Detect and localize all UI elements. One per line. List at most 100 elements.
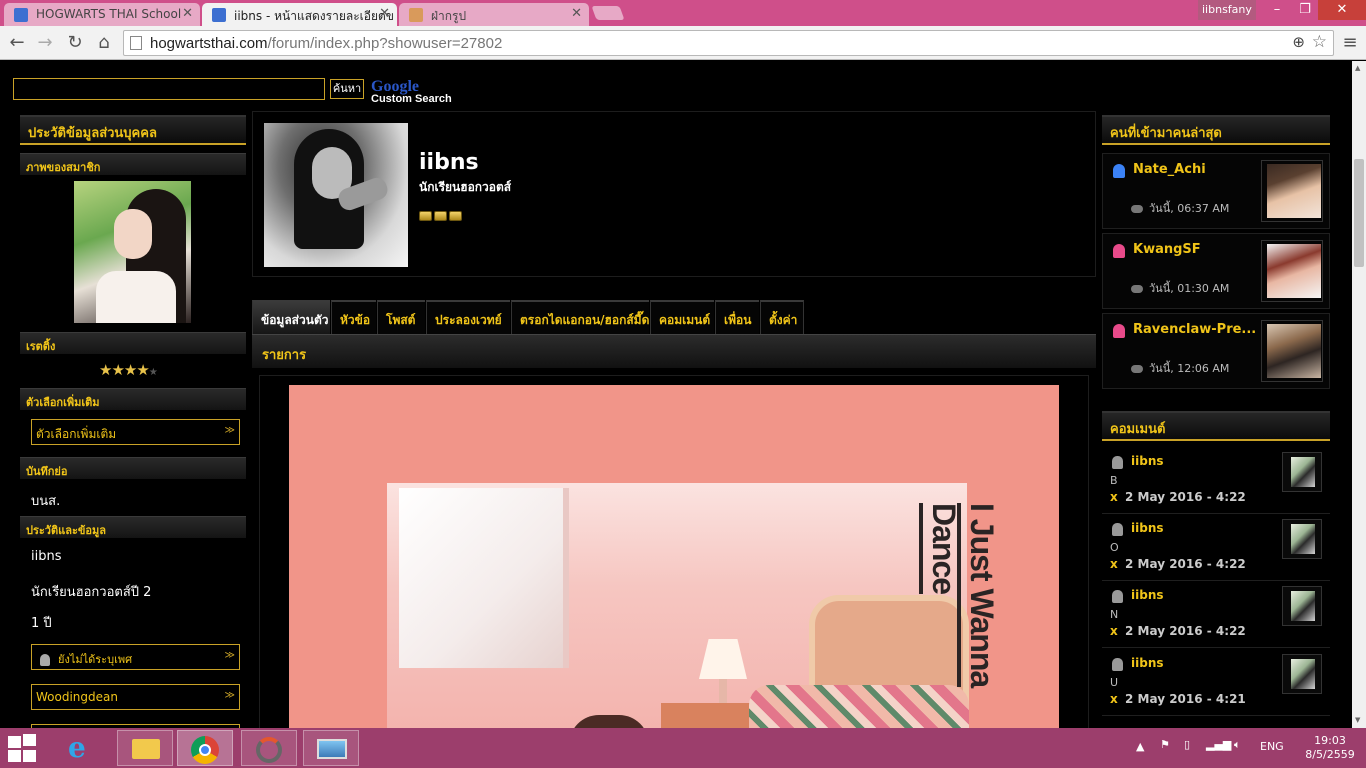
tab-friends[interactable]: เพื่อน: [715, 300, 759, 334]
more-options-select[interactable]: ตัวเลือกเพิ่มเติม ≫: [31, 419, 240, 445]
house-select[interactable]: Woodingdean ≫: [31, 684, 240, 710]
comments-header: คอมเมนต์: [1102, 411, 1330, 441]
new-tab-button[interactable]: [591, 6, 625, 20]
tab-comments[interactable]: คอมเมนต์: [650, 300, 714, 334]
page-scrollbar[interactable]: ▲ ▼: [1352, 61, 1366, 728]
tab-posts[interactable]: โพสต์: [377, 300, 425, 334]
power-icon[interactable]: ▯: [1184, 738, 1190, 751]
comment-author[interactable]: iibns: [1131, 454, 1164, 468]
page-icon: [130, 36, 142, 50]
restore-icon[interactable]: ❐: [1292, 0, 1318, 20]
app-icon[interactable]: [241, 730, 297, 766]
tab-title: HOGWARTS THAI School: [36, 7, 182, 21]
delete-comment-icon[interactable]: x: [1110, 557, 1118, 571]
show-hidden-icons[interactable]: ▲: [1136, 740, 1144, 753]
photo-viewer-icon[interactable]: [303, 730, 359, 766]
browser-profile-label[interactable]: iibnsfany: [1198, 0, 1256, 20]
comment-author[interactable]: iibns: [1131, 588, 1164, 602]
search-button[interactable]: ค้นหา: [330, 79, 364, 99]
menu-icon[interactable]: ≡: [1340, 32, 1360, 54]
chrome-icon[interactable]: [177, 730, 233, 766]
windows-taskbar: e ▲ ⚑ ▯ ▂▄▆ 🔈︎ ENG 19:03 8/5/2559: [0, 728, 1366, 768]
person-icon: [1112, 590, 1123, 603]
tab-close-icon[interactable]: ✕: [571, 6, 582, 21]
delete-comment-icon[interactable]: x: [1110, 624, 1118, 638]
bookmark-star-icon[interactable]: ☆: [1312, 32, 1327, 52]
tab-close-icon[interactable]: ✕: [182, 6, 193, 21]
recent-visitors-header: คนที่เข้ามาคนล่าสุด: [1102, 115, 1330, 145]
delete-comment-icon[interactable]: x: [1110, 490, 1118, 504]
browser-toolbar: ← → ↻ ⌂ hogwartsthai.com/forum/index.php…: [0, 26, 1366, 60]
visitor-time: วันนี้, 12:06 AM: [1131, 359, 1229, 377]
visitor-name[interactable]: Ravenclaw-Pre...: [1133, 322, 1263, 337]
comment-author[interactable]: iibns: [1131, 521, 1164, 535]
comment-author[interactable]: iibns: [1131, 656, 1164, 670]
zoom-icon[interactable]: ⊕: [1292, 33, 1305, 51]
star-empty-icon[interactable]: ★: [149, 367, 158, 378]
rating-stars[interactable]: ★★★★★: [99, 361, 158, 379]
back-arrow-icon[interactable]: ←: [6, 32, 28, 54]
visitor-item[interactable]: Ravenclaw-Pre... วันนี้, 12:06 AM: [1102, 313, 1330, 389]
action-center-icon[interactable]: ⚑: [1160, 738, 1170, 751]
internet-explorer-icon[interactable]: e: [64, 730, 104, 766]
list-header: รายการ: [252, 334, 1096, 368]
browser-tab-profile[interactable]: iibns - หน้าแสดงรายละเอียดข ✕: [202, 3, 397, 26]
album-title: I Just Wanna Dance: [917, 445, 1007, 688]
visitor-avatar[interactable]: [1261, 320, 1323, 382]
close-window-icon[interactable]: ✕: [1318, 0, 1366, 20]
visitor-item[interactable]: KwangSF วันนี้, 01:30 AM: [1102, 233, 1330, 309]
network-icon[interactable]: ▂▄▆: [1206, 738, 1231, 751]
star-filled-icon[interactable]: ★: [99, 361, 112, 379]
address-bar[interactable]: hogwartsthai.com/forum/index.php?showuse…: [123, 30, 1334, 56]
visitor-avatar[interactable]: [1261, 240, 1323, 302]
comment-avatar[interactable]: [1282, 452, 1322, 492]
person-icon: [1113, 164, 1125, 178]
tab-settings[interactable]: ตั้งค่า: [760, 300, 804, 334]
scrollbar-thumb[interactable]: [1354, 159, 1364, 267]
chevron-down-icon: ≫: [224, 425, 235, 436]
tab-diagon-alley[interactable]: ตรอกไดแอกอน/ฮอกส์มี๊ด: [511, 300, 649, 334]
browser-tab-strip: HOGWARTS THAI School ✕ iibns - หน้าแสดงร…: [0, 0, 1366, 26]
reload-icon[interactable]: ↻: [64, 32, 86, 54]
custom-search-label: Custom Search: [371, 93, 452, 105]
minimize-icon[interactable]: –: [1262, 0, 1292, 20]
taskbar-clock[interactable]: 19:03 8/5/2559: [1300, 734, 1360, 762]
clock-time: 19:03: [1314, 734, 1346, 747]
star-filled-icon[interactable]: ★: [136, 361, 149, 379]
comment-body: N: [1110, 608, 1119, 621]
visitor-avatar[interactable]: [1261, 160, 1323, 222]
info-age: 1 ปี: [31, 616, 52, 631]
language-indicator[interactable]: ENG: [1260, 740, 1284, 753]
visitor-name[interactable]: Nate_Achi: [1133, 162, 1263, 177]
comment-avatar[interactable]: [1282, 519, 1322, 559]
forward-arrow-icon[interactable]: →: [34, 32, 56, 54]
volume-icon[interactable]: 🔈︎: [1234, 738, 1241, 752]
select-value: ตัวเลือกเพิ่มเติม: [36, 427, 117, 441]
clock-date: 8/5/2559: [1305, 748, 1355, 761]
comment-avatar[interactable]: [1282, 654, 1322, 694]
status-dot-icon: [1131, 285, 1143, 293]
visitor-item[interactable]: Nate_Achi วันนี้, 06:37 AM: [1102, 153, 1330, 229]
search-input[interactable]: [13, 78, 325, 100]
person-icon: [1112, 658, 1123, 671]
windows-start-icon[interactable]: [8, 734, 38, 762]
delete-comment-icon[interactable]: x: [1110, 692, 1118, 706]
visitor-name[interactable]: KwangSF: [1133, 242, 1263, 257]
tab-title: iibns - หน้าแสดงรายละเอียดข: [234, 9, 395, 23]
scroll-up-icon[interactable]: ▲: [1355, 64, 1360, 72]
browser-tab-hogwarts[interactable]: HOGWARTS THAI School ✕: [4, 3, 200, 26]
person-icon: [40, 653, 50, 666]
star-filled-icon[interactable]: ★: [124, 361, 137, 379]
tab-topics[interactable]: หัวข้อ: [331, 300, 376, 334]
file-explorer-icon[interactable]: [117, 730, 173, 766]
tab-close-icon[interactable]: ✕: [379, 6, 390, 21]
gender-select[interactable]: ยังไม่ได้ระบุเพศ ≫: [31, 644, 240, 670]
browser-tab-image[interactable]: ฝ่ากรูป ✕: [399, 3, 589, 26]
home-icon[interactable]: ⌂: [93, 32, 115, 54]
comment-avatar[interactable]: [1282, 586, 1322, 626]
comment-body: U: [1110, 676, 1119, 689]
tab-duel[interactable]: ประลองเวทย์: [426, 300, 510, 334]
tab-profile-info[interactable]: ข้อมูลส่วนตัว: [252, 300, 330, 334]
scroll-down-icon[interactable]: ▼: [1355, 716, 1360, 724]
star-filled-icon[interactable]: ★: [111, 361, 124, 379]
